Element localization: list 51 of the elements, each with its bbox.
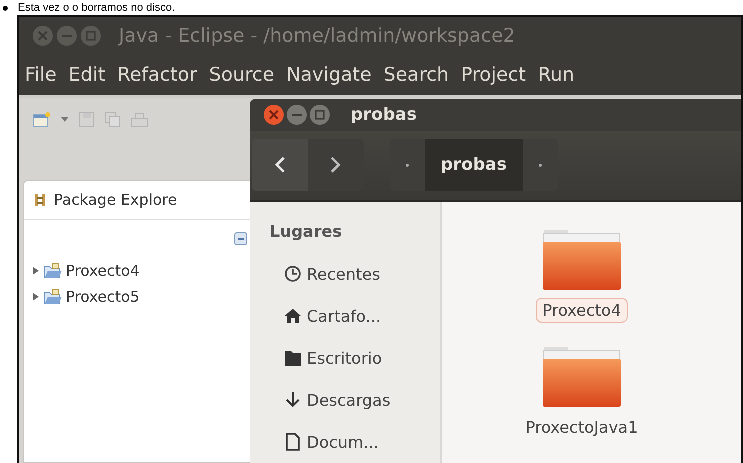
sidebar-item[interactable]: Escritorio — [270, 337, 440, 379]
window-title: probas — [351, 104, 417, 125]
menu-item[interactable]: Search — [378, 64, 456, 86]
close-icon[interactable] — [264, 104, 284, 125]
project-folder-icon — [44, 263, 62, 279]
folder-name[interactable]: Proxecto4 — [536, 298, 628, 323]
menu-item[interactable]: File — [19, 64, 63, 86]
expand-arrow-icon[interactable] — [32, 266, 40, 276]
menu-item[interactable]: Project — [455, 64, 532, 86]
save-icon[interactable] — [79, 112, 95, 128]
minimize-icon[interactable] — [57, 26, 77, 46]
collapse-all-icon[interactable] — [234, 232, 248, 246]
menu-item[interactable]: Navigate — [280, 64, 378, 86]
sidebar-item[interactable]: Descargas — [270, 379, 440, 421]
menu-item[interactable]: Run — [532, 64, 581, 86]
sidebar-item[interactable]: Cartafo... — [270, 295, 440, 337]
window-title: Java - Eclipse - /home/ladmin/workspace2 — [119, 25, 516, 47]
menu-item[interactable]: Source — [203, 64, 281, 86]
folder-icon[interactable] — [542, 345, 622, 409]
download-icon — [284, 391, 302, 409]
path-button[interactable]: probas — [425, 139, 523, 192]
scroll-left-icon[interactable] — [406, 164, 409, 167]
minimize-icon[interactable] — [287, 104, 307, 125]
package-icon — [34, 193, 46, 207]
expand-arrow-icon[interactable] — [32, 292, 40, 302]
sidebar-item[interactable]: Docum... — [270, 421, 440, 463]
folder-icon[interactable] — [542, 228, 622, 292]
folder-name[interactable]: ProxectoJava1 — [518, 415, 646, 440]
home-icon — [284, 307, 302, 325]
print-icon[interactable] — [131, 112, 149, 128]
bullet-icon — [3, 6, 8, 11]
menu-item[interactable]: Edit — [62, 64, 112, 86]
menu-item[interactable]: Refactor — [112, 64, 204, 86]
sidebar-item[interactable]: Recentes — [270, 253, 440, 295]
maximize-icon[interactable] — [310, 104, 330, 125]
caret-icon[interactable] — [61, 117, 69, 123]
new-file-icon[interactable] — [33, 112, 51, 128]
document-icon — [284, 433, 302, 451]
sidebar-heading: Lugares — [270, 222, 344, 241]
panel-title[interactable]: Package Explore — [54, 191, 178, 209]
caption-text: Esta vez o o borramos no disco. — [18, 0, 176, 14]
folder-icon — [284, 349, 302, 367]
save-all-icon[interactable] — [105, 112, 121, 128]
clock-icon — [284, 265, 302, 283]
close-icon[interactable] — [33, 26, 53, 46]
back-button[interactable] — [252, 139, 308, 192]
project-name[interactable]: Proxecto5 — [66, 288, 140, 306]
project-name[interactable]: Proxecto4 — [66, 262, 140, 280]
project-folder-icon — [44, 289, 62, 305]
maximize-icon[interactable] — [81, 26, 101, 46]
scroll-right-icon[interactable] — [539, 164, 542, 167]
